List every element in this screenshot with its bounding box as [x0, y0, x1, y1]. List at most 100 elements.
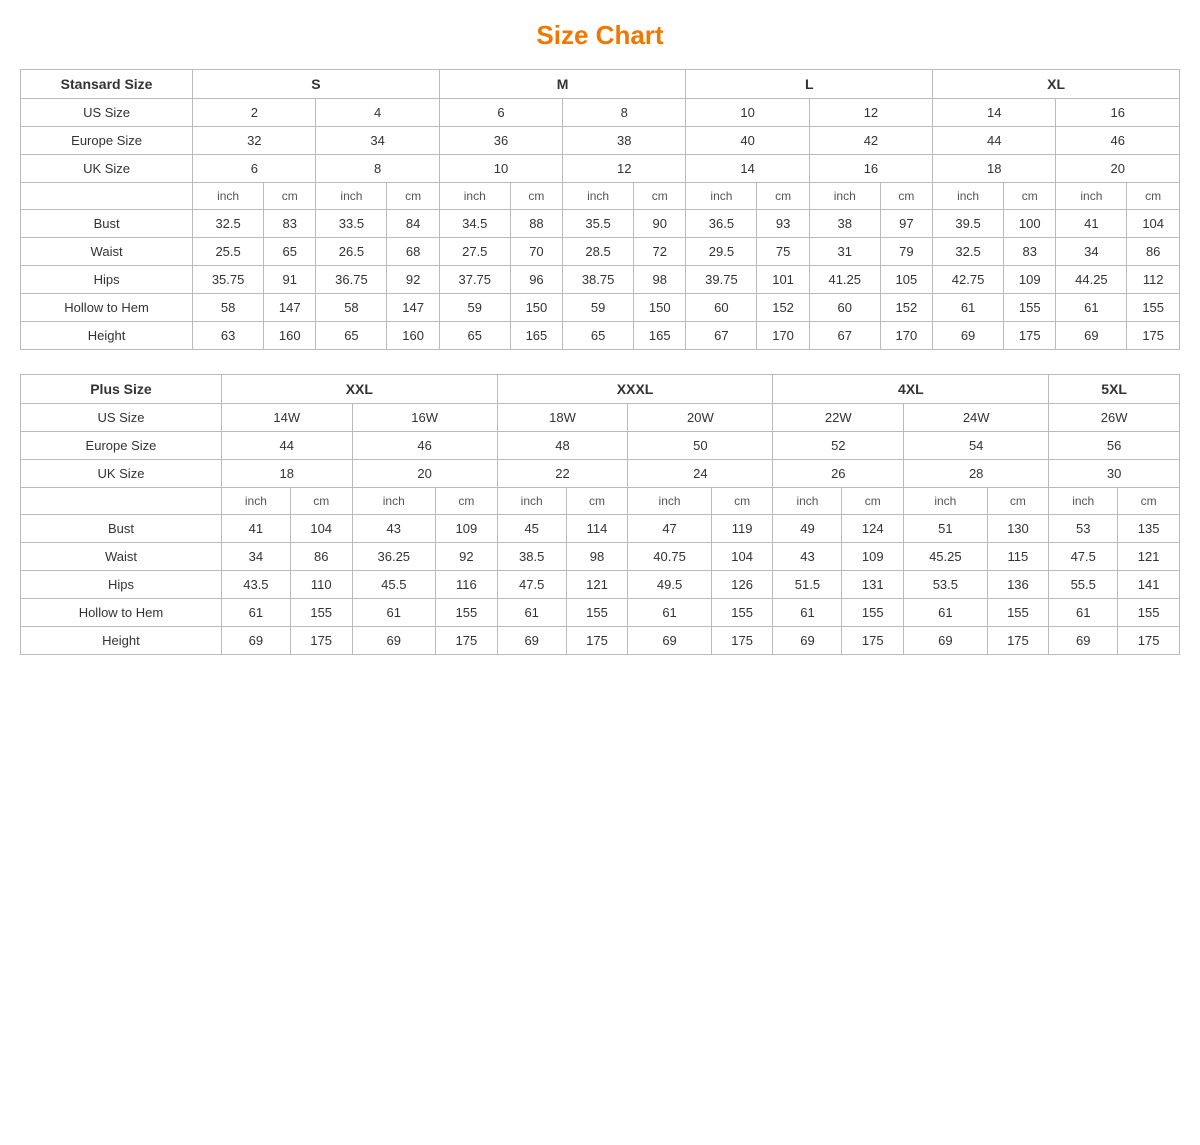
uk-16: 16	[809, 155, 932, 183]
cell: 72	[634, 238, 686, 266]
us-size-row: US Size 2 4 6 8 10 12 14 16	[21, 99, 1180, 127]
plus-uk-size-label: UK Size	[21, 460, 222, 488]
cell: 175	[987, 627, 1049, 655]
cell: 69	[904, 627, 987, 655]
unit-3: cm	[387, 183, 439, 210]
cell: 69	[933, 322, 1004, 350]
plus-unit-5: cm	[566, 488, 628, 515]
cell: 39.75	[686, 266, 757, 294]
eu-32: 32	[193, 127, 316, 155]
cell: 175	[290, 627, 352, 655]
cell: 98	[634, 266, 686, 294]
plus-us-26w: 26W	[1049, 404, 1180, 432]
plus-eu-56: 56	[1049, 432, 1180, 460]
table-row: Hollow to Hem611556115561155611556115561…	[21, 599, 1180, 627]
cell: 93	[757, 210, 809, 238]
cell: 121	[566, 571, 628, 599]
unit-15: cm	[1127, 183, 1180, 210]
cell: 109	[842, 543, 904, 571]
cell: 61	[1049, 599, 1118, 627]
uk-18: 18	[933, 155, 1056, 183]
unit-empty	[21, 183, 193, 210]
cell: 36.75	[316, 266, 387, 294]
cell: 49	[773, 515, 842, 543]
4xl-header: 4XL	[773, 375, 1049, 404]
cell: 61	[497, 599, 566, 627]
plus-eu-52: 52	[773, 432, 904, 460]
cell: 26.5	[316, 238, 387, 266]
l-header: L	[686, 70, 933, 99]
cell: 175	[1004, 322, 1056, 350]
plus-us-20w: 20W	[628, 404, 773, 432]
cell: 75	[757, 238, 809, 266]
cell: 165	[634, 322, 686, 350]
standard-size-table: Stansard Size S M L XL US Size 2 4 6 8 1…	[20, 69, 1180, 350]
uk-10: 10	[439, 155, 562, 183]
cell: 61	[904, 599, 987, 627]
cell: 160	[387, 322, 439, 350]
uk-14: 14	[686, 155, 809, 183]
cell: 61	[628, 599, 711, 627]
cell: 28.5	[563, 238, 634, 266]
measurement-label: Bust	[21, 210, 193, 238]
us-4: 4	[316, 99, 439, 127]
measurement-label: Hips	[21, 571, 222, 599]
cell: 53.5	[904, 571, 987, 599]
cell: 65	[316, 322, 387, 350]
cell: 104	[290, 515, 352, 543]
measurement-label: Hips	[21, 266, 193, 294]
cell: 147	[387, 294, 439, 322]
cell: 63	[193, 322, 264, 350]
cell: 65	[264, 238, 316, 266]
cell: 40.75	[628, 543, 711, 571]
cell: 114	[566, 515, 628, 543]
measurement-label: Waist	[21, 238, 193, 266]
unit-5: cm	[510, 183, 562, 210]
eu-34: 34	[316, 127, 439, 155]
measurement-label: Height	[21, 322, 193, 350]
cell: 25.5	[193, 238, 264, 266]
cell: 69	[497, 627, 566, 655]
cell: 97	[880, 210, 932, 238]
5xl-header: 5XL	[1049, 375, 1180, 404]
cell: 104	[1127, 210, 1180, 238]
cell: 84	[387, 210, 439, 238]
uk-6: 6	[193, 155, 316, 183]
cell: 38.75	[563, 266, 634, 294]
cell: 61	[221, 599, 290, 627]
unit-4: inch	[439, 183, 510, 210]
cell: 175	[566, 627, 628, 655]
cell: 105	[880, 266, 932, 294]
cell: 155	[1004, 294, 1056, 322]
cell: 124	[842, 515, 904, 543]
table-row: Bust41104431094511447119491245113053135	[21, 515, 1180, 543]
cell: 175	[436, 627, 498, 655]
us-size-label: US Size	[21, 99, 193, 127]
cell: 32.5	[933, 238, 1004, 266]
measurement-label: Height	[21, 627, 222, 655]
size-group-row: Stansard Size S M L XL	[21, 70, 1180, 99]
cell: 43.5	[221, 571, 290, 599]
uk-20: 20	[1056, 155, 1180, 183]
us-14: 14	[933, 99, 1056, 127]
cell: 69	[221, 627, 290, 655]
unit-8: inch	[686, 183, 757, 210]
eu-36: 36	[439, 127, 562, 155]
cell: 152	[880, 294, 932, 322]
plus-unit-empty	[21, 488, 222, 515]
uk-8: 8	[316, 155, 439, 183]
uk-12: 12	[563, 155, 686, 183]
plus-uk-30: 30	[1049, 460, 1180, 488]
cell: 41	[221, 515, 290, 543]
cell: 175	[842, 627, 904, 655]
cell: 86	[1127, 238, 1180, 266]
table-row: Bust32.58333.58434.58835.59036.593389739…	[21, 210, 1180, 238]
cell: 69	[1049, 627, 1118, 655]
cell: 27.5	[439, 238, 510, 266]
cell: 155	[566, 599, 628, 627]
cell: 155	[436, 599, 498, 627]
xxl-header: XXL	[221, 375, 497, 404]
measurement-label: Waist	[21, 543, 222, 571]
plus-eu-46: 46	[352, 432, 497, 460]
plus-us-18w: 18W	[497, 404, 628, 432]
